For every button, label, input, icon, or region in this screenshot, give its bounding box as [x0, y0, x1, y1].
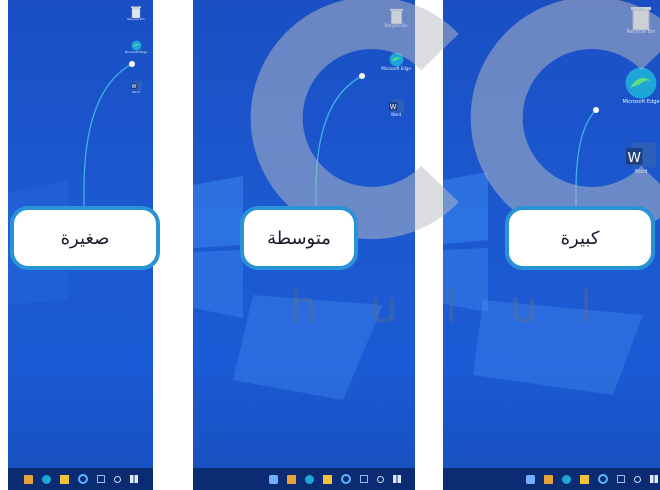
edge-icon	[389, 52, 403, 67]
start-icon[interactable]	[129, 475, 138, 483]
start-icon[interactable]	[650, 475, 658, 483]
edge-icon[interactable]	[41, 474, 51, 484]
store-icon[interactable]	[23, 474, 33, 484]
store-icon[interactable]	[287, 474, 296, 484]
file-explorer-icon[interactable]	[269, 474, 278, 484]
search-icon[interactable]	[634, 475, 641, 483]
desktop-icon-label: Microsoft Edge	[622, 99, 660, 105]
desktop-icon-microsoft-edge[interactable]: Microsoft Edge	[125, 40, 147, 54]
store-icon[interactable]	[544, 474, 553, 484]
recycle-bin-icon	[631, 7, 651, 30]
desktop-icon-recycle-bin[interactable]: Recycle Bin	[383, 8, 409, 28]
cortana-icon[interactable]	[341, 474, 351, 484]
word-icon: W	[626, 142, 656, 168]
desktop-icon-label: Microsoft Edge	[124, 50, 148, 54]
size-callout-large: كبيرة	[505, 206, 655, 270]
folder-icon[interactable]	[580, 474, 589, 484]
taskbar	[193, 468, 415, 490]
svg-text:W: W	[627, 150, 641, 166]
desktop-icon-word[interactable]: W Word	[125, 80, 147, 94]
desktop-icon-label: Recycle Bin	[626, 29, 656, 35]
desktop-icon-label: Recycle Bin	[127, 17, 145, 21]
cortana-icon[interactable]	[598, 474, 608, 484]
search-icon[interactable]	[113, 475, 121, 483]
cortana-icon[interactable]	[77, 474, 88, 484]
desktop-icon-recycle-bin[interactable]: Recycle Bin	[125, 6, 147, 21]
taskbar	[8, 468, 153, 490]
edge-icon[interactable]	[305, 474, 314, 484]
folder-icon[interactable]	[323, 474, 332, 484]
desktop-icon-label: Word	[132, 90, 140, 94]
word-icon: W	[388, 99, 404, 112]
edge-icon	[625, 67, 657, 99]
taskbar	[443, 468, 660, 490]
size-callout-medium: متوسطة	[240, 206, 358, 270]
folder-icon[interactable]	[59, 474, 69, 484]
size-label: متوسطة	[267, 227, 331, 249]
recycle-bin-icon	[389, 8, 403, 24]
start-icon[interactable]	[393, 475, 401, 483]
desktop-icon-recycle-bin[interactable]: Recycle Bin	[621, 6, 660, 35]
task-view-icon[interactable]	[360, 475, 368, 483]
desktop-icon-word[interactable]: W Word	[619, 140, 660, 175]
svg-text:W: W	[389, 103, 396, 111]
edge-icon[interactable]	[562, 474, 571, 484]
search-icon[interactable]	[377, 475, 384, 483]
task-view-icon[interactable]	[96, 475, 105, 483]
size-callout-small: صغيرة	[10, 206, 160, 270]
size-label: كبيرة	[560, 227, 600, 249]
desktop-icon-word[interactable]: W Word	[383, 98, 409, 117]
desktop-icon-microsoft-edge[interactable]: Microsoft Edge	[619, 66, 660, 105]
task-view-icon[interactable]	[617, 475, 625, 483]
desktop-icon-label: Word	[390, 112, 402, 117]
size-label: صغيرة	[60, 227, 110, 249]
file-explorer-icon[interactable]	[526, 474, 535, 484]
desktop-icon-label: Microsoft Edge	[381, 66, 411, 71]
desktop-icon-label: Word	[634, 169, 648, 175]
desktop-icon-microsoft-edge[interactable]: Microsoft Edge	[381, 52, 411, 71]
desktop-icon-label: Recycle Bin	[384, 23, 408, 28]
